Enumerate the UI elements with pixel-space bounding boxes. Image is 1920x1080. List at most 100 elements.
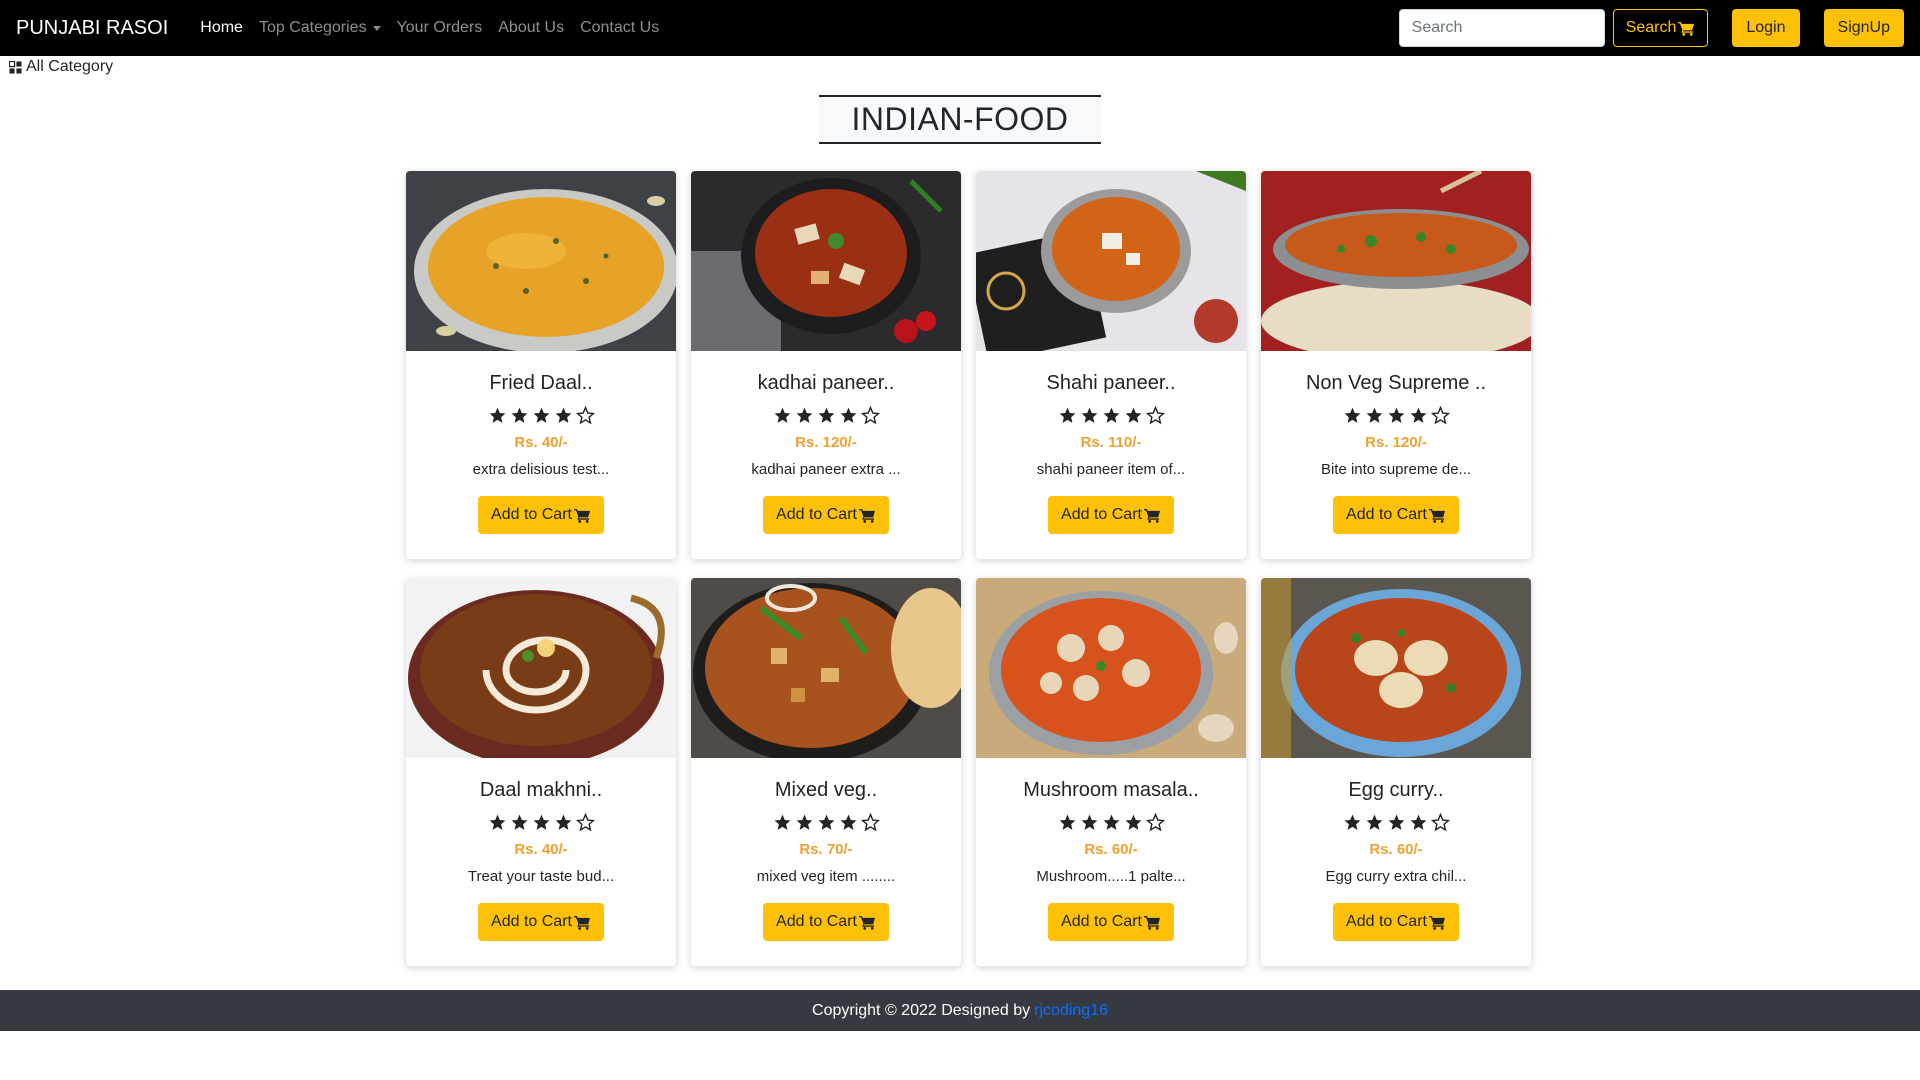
star-filled-icon — [489, 814, 505, 830]
add-to-cart-button[interactable]: Add to Cart — [1333, 496, 1459, 534]
add-to-cart-label: Add to Cart — [776, 506, 857, 523]
product-card: kadhai paneer.. Rs. 120/- kadhai paneer … — [691, 171, 961, 559]
product-title[interactable]: Non Veg Supreme .. — [1306, 372, 1486, 398]
search-button[interactable]: Search — [1612, 9, 1709, 47]
cart-icon — [574, 508, 590, 523]
nav-top-categories-dropdown[interactable]: Top Categories — [251, 19, 389, 37]
food-image — [1261, 578, 1531, 758]
star-filled-icon — [1388, 407, 1404, 423]
product-price: Rs. 110/- — [1080, 434, 1142, 451]
rating-stars — [773, 406, 880, 426]
cart-icon — [1429, 915, 1445, 930]
signup-button[interactable]: SignUp — [1823, 9, 1904, 47]
star-filled-icon — [818, 814, 834, 830]
nav-your-orders[interactable]: Your Orders — [389, 19, 491, 37]
search-input[interactable] — [1398, 9, 1605, 47]
product-description: mixed veg item ........ — [756, 868, 896, 885]
product-description: Egg curry extra chil... — [1325, 868, 1467, 885]
star-filled-icon — [1410, 814, 1426, 830]
add-to-cart-label: Add to Cart — [1346, 506, 1427, 523]
food-image — [406, 578, 676, 758]
rating-stars — [1343, 813, 1450, 833]
login-button[interactable]: Login — [1732, 9, 1800, 47]
star-filled-icon — [555, 407, 571, 423]
all-category-link[interactable]: All Category — [9, 58, 113, 76]
product-title[interactable]: Mixed veg.. — [775, 779, 877, 805]
product-title[interactable]: Mushroom masala.. — [1023, 779, 1199, 805]
rating-stars — [773, 813, 880, 833]
all-category-label: All Category — [26, 58, 114, 75]
product-description: Mushroom.....1 palte... — [1036, 868, 1186, 885]
caret-down-icon — [372, 25, 381, 31]
product-title[interactable]: Daal makhni.. — [480, 779, 602, 805]
star-empty-icon — [1145, 813, 1165, 832]
product-description: kadhai paneer extra ... — [751, 461, 901, 478]
star-filled-icon — [1388, 814, 1404, 830]
star-empty-icon — [575, 406, 595, 425]
product-description: Treat your taste bud... — [467, 868, 615, 885]
nav-right-group: Search Login SignUp — [1398, 9, 1904, 47]
star-filled-icon — [796, 814, 812, 830]
cart-icon — [859, 915, 875, 930]
product-price: Rs. 70/- — [799, 841, 853, 858]
cart-icon — [574, 915, 590, 930]
food-image — [691, 171, 961, 351]
product-title[interactable]: Shahi paneer.. — [1047, 372, 1176, 398]
nav-top-categories-label: Top Categories — [258, 19, 367, 36]
product-card: Egg curry.. Rs. 60/- Egg curry extra chi… — [1261, 578, 1531, 966]
star-filled-icon — [1344, 814, 1360, 830]
footer-designer-link[interactable]: rjcoding16 — [1034, 1002, 1108, 1020]
star-filled-icon — [774, 407, 790, 423]
cart-icon — [1144, 915, 1160, 930]
nav-contact-us[interactable]: Contact Us — [572, 19, 667, 37]
product-price: Rs. 120/- — [795, 434, 857, 451]
star-filled-icon — [1059, 407, 1075, 423]
star-empty-icon — [860, 406, 880, 425]
product-price: Rs. 60/- — [1084, 841, 1138, 858]
star-filled-icon — [555, 814, 571, 830]
food-image — [406, 171, 676, 351]
cart-icon — [1144, 508, 1160, 523]
product-card: Fried Daal.. Rs. 40/- extra delisious te… — [406, 171, 676, 559]
brand-logo[interactable]: PUNJABI RASOI — [16, 17, 168, 40]
product-description: Bite into supreme de... — [1320, 461, 1472, 478]
title-wrap: INDIAN-FOOD — [0, 95, 1920, 144]
add-to-cart-button[interactable]: Add to Cart — [1048, 496, 1174, 534]
food-image — [976, 578, 1246, 758]
product-card: Shahi paneer.. Rs. 110/- shahi paneer it… — [976, 171, 1246, 559]
product-title[interactable]: kadhai paneer.. — [758, 372, 895, 398]
product-title[interactable]: Egg curry.. — [1348, 779, 1443, 805]
nav-home[interactable]: Home — [192, 19, 251, 37]
food-image — [691, 578, 961, 758]
star-filled-icon — [1410, 407, 1426, 423]
star-filled-icon — [511, 407, 527, 423]
star-filled-icon — [1125, 814, 1141, 830]
add-to-cart-label: Add to Cart — [1346, 913, 1427, 930]
rating-stars — [1058, 813, 1165, 833]
food-image — [1261, 171, 1531, 351]
product-price: Rs. 40/- — [514, 841, 568, 858]
footer-copyright: Copyright © 2022 Designed by — [812, 1001, 1031, 1019]
star-filled-icon — [1059, 814, 1075, 830]
add-to-cart-label: Add to Cart — [1061, 913, 1142, 930]
product-price: Rs. 120/- — [1365, 434, 1427, 451]
add-to-cart-button[interactable]: Add to Cart — [1333, 903, 1459, 941]
star-filled-icon — [796, 407, 812, 423]
star-filled-icon — [489, 407, 505, 423]
add-to-cart-button[interactable]: Add to Cart — [763, 903, 889, 941]
nav-about-us[interactable]: About Us — [490, 19, 572, 37]
nav-links: Home Top Categories Your Orders About Us… — [192, 19, 667, 37]
star-filled-icon — [1344, 407, 1360, 423]
add-to-cart-button[interactable]: Add to Cart — [1048, 903, 1174, 941]
star-empty-icon — [860, 813, 880, 832]
add-to-cart-button[interactable]: Add to Cart — [478, 496, 604, 534]
product-title[interactable]: Fried Daal.. — [489, 372, 592, 398]
add-to-cart-button[interactable]: Add to Cart — [478, 903, 604, 941]
star-empty-icon — [1430, 813, 1450, 832]
star-filled-icon — [1366, 814, 1382, 830]
add-to-cart-button[interactable]: Add to Cart — [763, 496, 889, 534]
star-empty-icon — [1145, 406, 1165, 425]
add-to-cart-label: Add to Cart — [491, 913, 572, 930]
star-filled-icon — [1103, 407, 1119, 423]
rating-stars — [1058, 406, 1165, 426]
